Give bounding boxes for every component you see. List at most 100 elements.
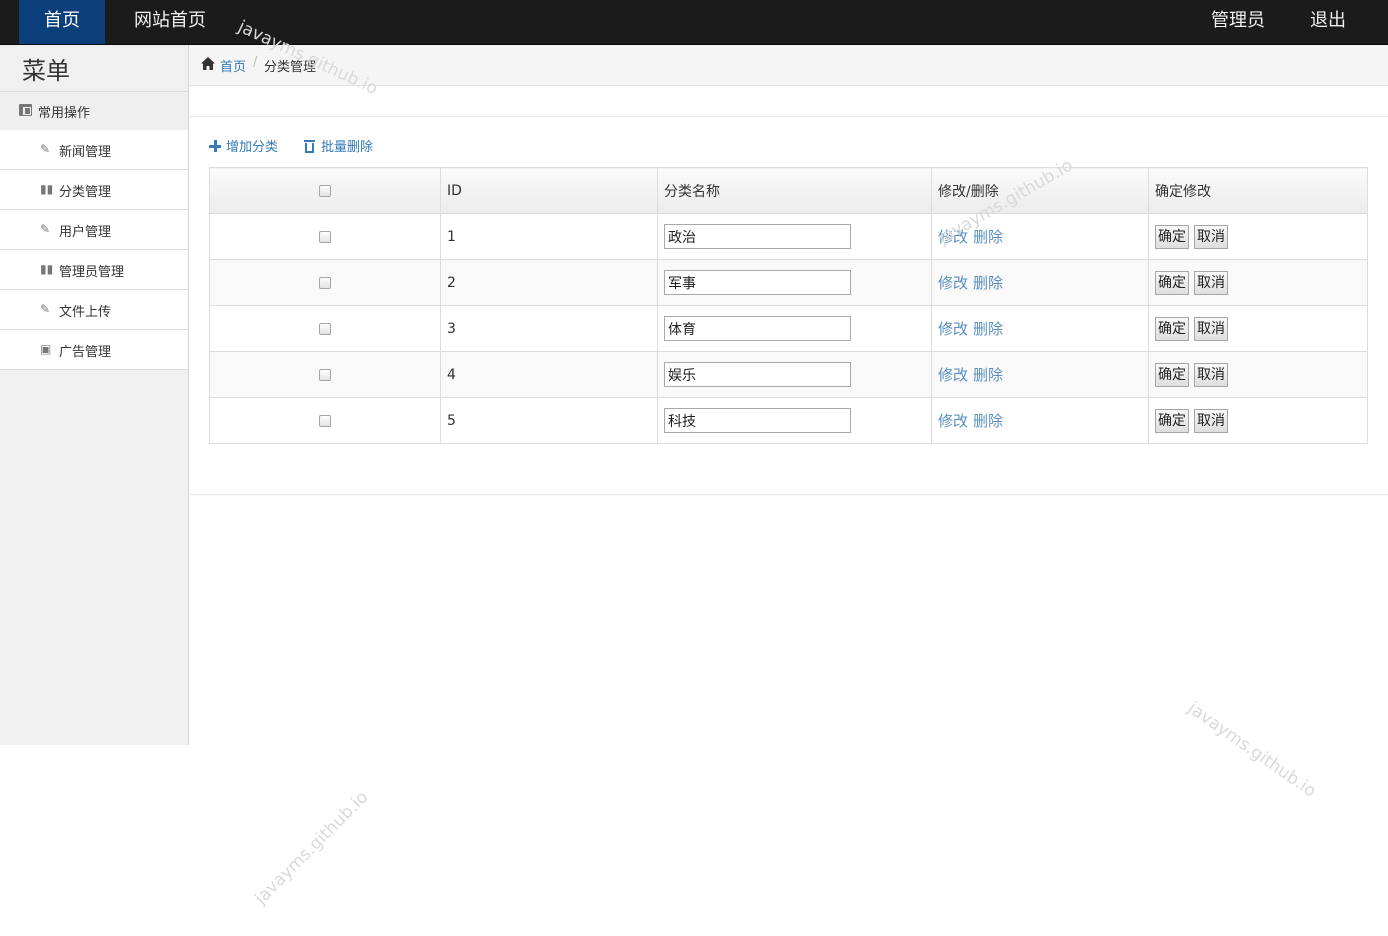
breadcrumb-home-link[interactable]: 首页 xyxy=(220,56,246,75)
content-divider xyxy=(189,116,1388,117)
row-name-cell xyxy=(657,351,932,398)
add-category-button[interactable]: 增加分类 xyxy=(209,136,278,155)
table-row: 5 修改删除 确定取消 xyxy=(209,397,1368,444)
row-confirm: 确定 取消 xyxy=(1148,259,1368,306)
table-header-row: ID 分类名称 修改/删除 确定修改 xyxy=(209,167,1368,214)
confirm-button[interactable]: 确定 xyxy=(1155,270,1189,295)
row-checkbox[interactable] xyxy=(319,414,331,427)
row-actions: 修改 删除 xyxy=(931,259,1149,306)
table-row: 1 修改删除 确定取消 xyxy=(209,213,1368,260)
books-icon: ▮▮ xyxy=(40,182,54,196)
row-id: 5 xyxy=(440,397,658,444)
row-check-cell xyxy=(209,305,441,352)
row-actions: 修改 删除 xyxy=(931,213,1149,260)
delete-link[interactable]: 删除 xyxy=(973,274,1003,292)
sidebar-section-common[interactable]: 常用操作 xyxy=(0,91,188,131)
wrench-icon: ✎ xyxy=(40,222,51,236)
sidebar-item-label: 分类管理 xyxy=(59,185,112,200)
edit-link[interactable]: 修改 xyxy=(938,412,968,430)
row-checkbox[interactable] xyxy=(319,322,331,335)
category-name-input[interactable] xyxy=(664,316,851,341)
sidebar-item-label: 新闻管理 xyxy=(59,145,112,160)
sidebar-item-category[interactable]: ▮▮ 分类管理 xyxy=(0,170,188,210)
breadcrumb: 首页 / 分类管理 xyxy=(189,45,1388,86)
row-id: 1 xyxy=(440,213,658,260)
sidebar-item-label: 广告管理 xyxy=(59,345,112,360)
table-row: 4 修改删除 确定取消 xyxy=(209,351,1368,398)
row-id: 2 xyxy=(440,259,658,306)
row-checkbox[interactable] xyxy=(319,276,331,289)
nav-home-link[interactable]: 首页 xyxy=(19,0,105,44)
wrench-icon: ✎ xyxy=(40,302,51,316)
column-header-name: 分类名称 xyxy=(657,167,932,214)
confirm-button[interactable]: 确定 xyxy=(1155,224,1189,249)
batch-delete-button[interactable]: 批量删除 xyxy=(304,136,373,155)
edit-link[interactable]: 修改 xyxy=(938,320,968,338)
books-icon: ▮▮ xyxy=(40,262,54,276)
sidebar-item-upload[interactable]: ✎ 文件上传 xyxy=(0,290,188,330)
sidebar-item-admins[interactable]: ▮▮ 管理员管理 xyxy=(0,250,188,290)
breadcrumb-current: 分类管理 xyxy=(264,60,317,75)
row-name-cell xyxy=(657,259,932,306)
sidebar-item-users[interactable]: ✎ 用户管理 xyxy=(0,210,188,250)
cancel-button[interactable]: 取消 xyxy=(1194,270,1228,295)
row-check-cell xyxy=(209,259,441,306)
select-all-checkbox[interactable] xyxy=(319,184,331,197)
top-navbar: 首页 网站首页 管理员 退出 xyxy=(0,0,1388,45)
cancel-button[interactable]: 取消 xyxy=(1194,408,1228,433)
column-header-id: ID xyxy=(440,167,658,214)
cancel-button[interactable]: 取消 xyxy=(1194,224,1228,249)
confirm-button[interactable]: 确定 xyxy=(1155,362,1189,387)
category-name-input[interactable] xyxy=(664,224,851,249)
edit-link[interactable]: 修改 xyxy=(938,228,968,246)
row-name-cell xyxy=(657,305,932,352)
delete-link[interactable]: 删除 xyxy=(973,412,1003,430)
row-id: 3 xyxy=(440,305,658,352)
cancel-button[interactable]: 取消 xyxy=(1194,362,1228,387)
sidebar-title: 菜单 xyxy=(22,57,70,85)
category-table: ID 分类名称 修改/删除 确定修改 1 修改删除 确定取消 2 修改删除 确定… xyxy=(209,167,1368,444)
sidebar-item-ads[interactable]: ▣ 广告管理 xyxy=(0,330,188,370)
row-actions: 修改 删除 xyxy=(931,351,1149,398)
home-icon xyxy=(201,57,215,70)
row-actions: 修改 删除 xyxy=(931,397,1149,444)
row-actions: 修改 删除 xyxy=(931,305,1149,352)
trash-icon xyxy=(304,140,315,153)
plus-icon xyxy=(209,140,221,152)
delete-link[interactable]: 删除 xyxy=(973,366,1003,384)
nav-admin-link[interactable]: 管理员 xyxy=(1211,0,1265,44)
row-check-cell xyxy=(209,213,441,260)
row-id: 4 xyxy=(440,351,658,398)
edit-link[interactable]: 修改 xyxy=(938,366,968,384)
sidebar-item-label: 文件上传 xyxy=(59,305,112,320)
column-header-edit-delete: 修改/删除 xyxy=(931,167,1149,214)
confirm-button[interactable]: 确定 xyxy=(1155,316,1189,341)
nav-logout-link[interactable]: 退出 xyxy=(1310,0,1346,44)
watermark-text: javayms.github.io xyxy=(251,787,373,909)
row-checkbox[interactable] xyxy=(319,230,331,243)
edit-link[interactable]: 修改 xyxy=(938,274,968,292)
watermark-text: javayms.github.io xyxy=(1183,698,1320,802)
row-confirm: 确定 取消 xyxy=(1148,213,1368,260)
category-name-input[interactable] xyxy=(664,362,851,387)
sidebar: 菜单 常用操作 ✎ 新闻管理 ▮▮ 分类管理 ✎ 用户管理 ▮▮ 管理员管理 ✎… xyxy=(0,45,189,745)
sidebar-item-label: 管理员管理 xyxy=(59,265,125,280)
nav-site-home-link[interactable]: 网站首页 xyxy=(134,0,206,44)
row-check-cell xyxy=(209,397,441,444)
delete-link[interactable]: 删除 xyxy=(973,320,1003,338)
row-checkbox[interactable] xyxy=(319,368,331,381)
category-name-input[interactable] xyxy=(664,408,851,433)
category-name-input[interactable] xyxy=(664,270,851,295)
row-confirm: 确定 取消 xyxy=(1148,305,1368,352)
wrench-icon: ✎ xyxy=(40,142,51,156)
row-confirm: 确定 取消 xyxy=(1148,351,1368,398)
delete-link[interactable]: 删除 xyxy=(973,228,1003,246)
batch-delete-label: 批量删除 xyxy=(321,140,374,155)
add-category-label: 增加分类 xyxy=(226,140,279,155)
section-b-icon xyxy=(19,104,32,116)
confirm-button[interactable]: 确定 xyxy=(1155,408,1189,433)
content-bottom-divider xyxy=(189,494,1388,495)
sidebar-item-news[interactable]: ✎ 新闻管理 xyxy=(0,130,188,170)
row-confirm: 确定 取消 xyxy=(1148,397,1368,444)
cancel-button[interactable]: 取消 xyxy=(1194,316,1228,341)
